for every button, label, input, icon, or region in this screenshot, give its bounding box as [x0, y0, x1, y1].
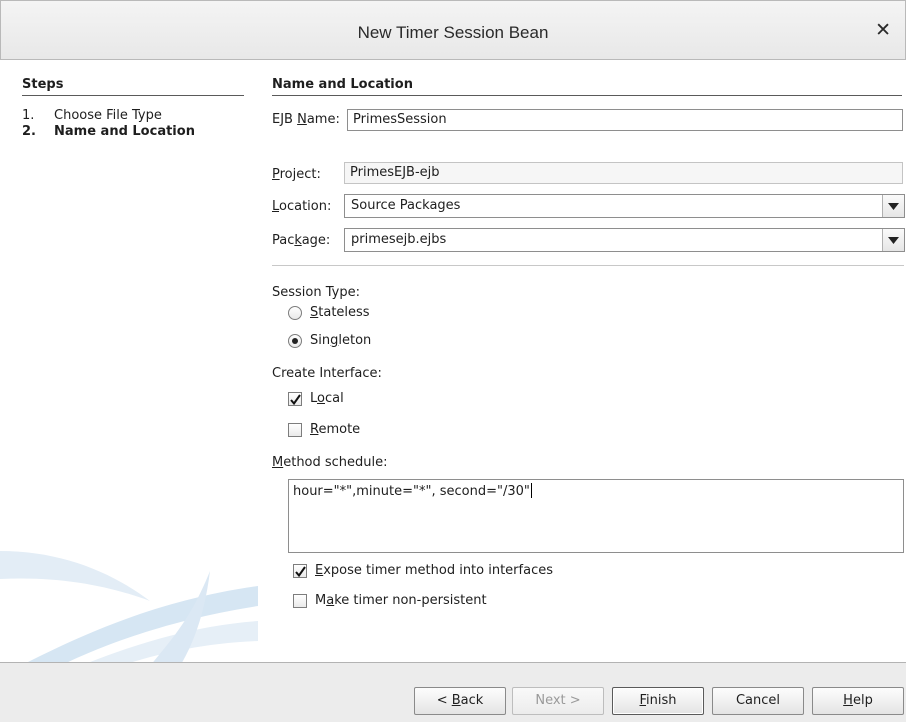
session-type-label: Session Type:: [272, 285, 360, 300]
step-label: Name and Location: [54, 124, 195, 139]
stateless-radio[interactable]: [288, 306, 302, 320]
separator: [272, 265, 904, 266]
local-checkbox[interactable]: [288, 392, 302, 406]
non-persistent-label[interactable]: Make timer non-persistent: [315, 593, 487, 608]
ejb-name-input[interactable]: PrimesSession: [347, 109, 903, 131]
ejb-name-label: EJB Name:: [272, 112, 340, 127]
expose-timer-checkbox[interactable]: [293, 564, 307, 578]
package-combo[interactable]: primesejb.ejbs: [344, 228, 905, 252]
dialog-titlebar: New Timer Session Bean ✕: [0, 0, 906, 60]
singleton-radio[interactable]: [288, 334, 302, 348]
cancel-button[interactable]: Cancel: [712, 687, 804, 715]
remote-checkbox[interactable]: [288, 423, 302, 437]
method-schedule-text: hour="*",minute="*", second="/30": [293, 484, 530, 499]
finish-button[interactable]: Finish: [612, 687, 704, 715]
main-panel: Name and Location EJB Name: PrimesSessio…: [258, 61, 906, 662]
step-number: 1.: [22, 108, 35, 123]
package-label: Package:: [272, 233, 331, 248]
stateless-label[interactable]: Stateless: [310, 305, 370, 320]
step-label: Choose File Type: [54, 108, 162, 123]
text-caret: [530, 483, 532, 498]
location-value: Source Packages: [351, 198, 461, 213]
checkmark-icon: [290, 394, 301, 405]
location-combo[interactable]: Source Packages: [344, 194, 905, 218]
expose-timer-label[interactable]: Expose timer method into interfaces: [315, 563, 553, 578]
method-schedule-textarea[interactable]: hour="*",minute="*", second="/30": [288, 479, 904, 553]
checkmark-icon: [295, 566, 306, 577]
singleton-label[interactable]: Singleton: [310, 333, 371, 348]
next-button[interactable]: Next >: [512, 687, 604, 715]
project-label: Project:: [272, 167, 321, 182]
non-persistent-checkbox[interactable]: [293, 594, 307, 608]
button-bar: < Back Next > Finish Cancel Help: [0, 662, 906, 722]
dialog-title: New Timer Session Bean: [357, 23, 549, 42]
remote-label[interactable]: Remote: [310, 422, 360, 437]
steps-heading: Steps: [22, 77, 244, 96]
step-number: 2.: [22, 124, 36, 139]
close-icon[interactable]: ✕: [875, 21, 891, 40]
netbeans-swoosh-graphic: [0, 551, 258, 662]
chevron-down-icon[interactable]: [882, 229, 904, 251]
help-button[interactable]: Help: [812, 687, 904, 715]
method-schedule-label: Method schedule:: [272, 455, 388, 470]
location-label: Location:: [272, 199, 332, 214]
step-choose-file-type: 1. Choose File Type: [22, 108, 162, 123]
project-field: PrimesEJB-ejb: [344, 162, 903, 184]
steps-panel: Steps 1. Choose File Type 2. Name and Loca…: [0, 61, 258, 662]
section-heading: Name and Location: [272, 77, 902, 96]
step-name-and-location: 2. Name and Location: [22, 124, 195, 139]
create-interface-label: Create Interface:: [272, 366, 382, 381]
package-value: primesejb.ejbs: [351, 232, 447, 247]
local-label[interactable]: Local: [310, 391, 344, 406]
chevron-down-icon[interactable]: [882, 195, 904, 217]
back-button[interactable]: < Back: [414, 687, 506, 715]
